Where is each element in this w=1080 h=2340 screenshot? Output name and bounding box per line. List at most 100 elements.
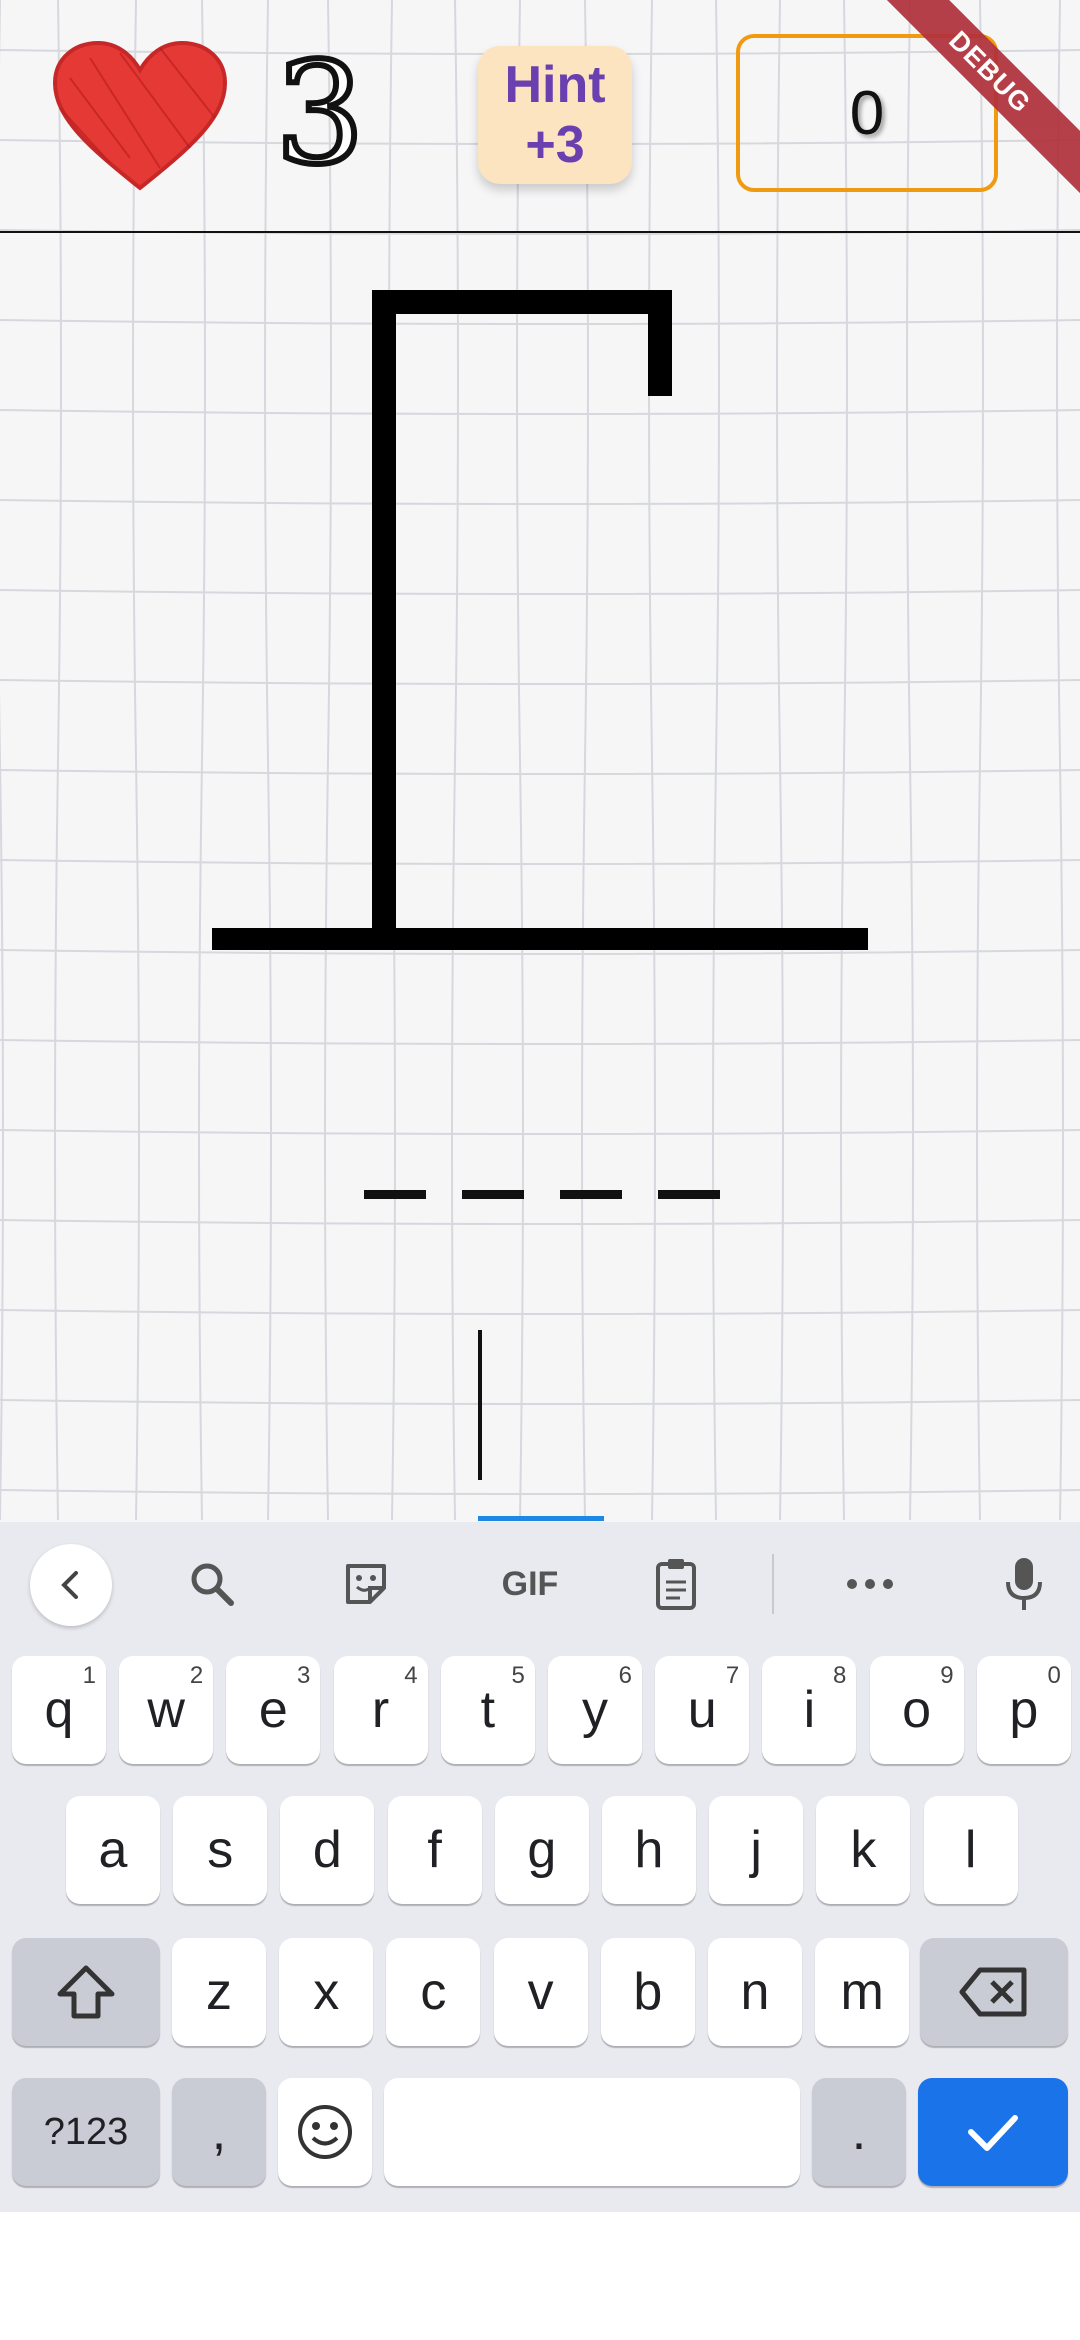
- key-p-label: p: [1009, 1681, 1039, 1739]
- key-u-label: u: [687, 1681, 717, 1739]
- key-w[interactable]: w2: [119, 1656, 214, 1764]
- key-v[interactable]: v: [493, 1938, 588, 2046]
- key-r-label: r: [371, 1681, 390, 1739]
- key-l-label: l: [964, 1821, 977, 1879]
- key-r[interactable]: r4: [333, 1656, 428, 1764]
- score-value: 0: [849, 78, 885, 148]
- letter-blank: [560, 1190, 622, 1199]
- key-q[interactable]: q1: [12, 1656, 106, 1764]
- key-z-label: z: [206, 1963, 232, 2021]
- key-g[interactable]: g: [494, 1796, 589, 1904]
- key-t-label: t: [480, 1681, 496, 1739]
- key-d-label: d: [312, 1821, 342, 1879]
- key-n[interactable]: n: [708, 1938, 802, 2046]
- key-x-label: x: [313, 1963, 340, 2021]
- symbols-key[interactable]: ?123: [12, 2078, 160, 2186]
- key-g-label: g: [527, 1821, 557, 1879]
- done-key[interactable]: [918, 2078, 1068, 2186]
- key-m-label: m: [840, 1963, 884, 2021]
- key-p[interactable]: p0: [976, 1656, 1071, 1764]
- key-u-number-hint: 7: [725, 1662, 740, 1689]
- emoji-key[interactable]: [278, 2078, 372, 2186]
- key-y-number-hint: 6: [618, 1662, 632, 1689]
- comma-key-label: ,: [211, 2103, 227, 2161]
- game-header: 3 Hint +3 0 DEBUG: [0, 0, 1080, 232]
- gallows-pole: [372, 290, 396, 930]
- gif-label: GIF: [501, 1564, 559, 1603]
- back-icon[interactable]: [30, 1544, 112, 1626]
- heart-icon: [52, 40, 228, 191]
- key-o[interactable]: o9: [869, 1656, 964, 1764]
- key-s-label: s: [207, 1821, 234, 1879]
- shift-icon: [57, 1965, 115, 2019]
- key-l[interactable]: l: [923, 1796, 1018, 1904]
- emoji-icon: [298, 2105, 352, 2159]
- key-r-number-hint: 4: [404, 1662, 418, 1689]
- key-j[interactable]: j: [709, 1796, 804, 1904]
- bottom-bar: [0, 2212, 1080, 2340]
- word-blanks: [364, 1190, 720, 1202]
- key-q-label: q: [44, 1681, 74, 1739]
- keyboard-toolbar: GIF: [0, 1522, 1080, 1642]
- toolbar-divider: [772, 1554, 774, 1614]
- key-z[interactable]: z: [172, 1938, 266, 2046]
- key-m[interactable]: m: [815, 1938, 910, 2046]
- key-s[interactable]: s: [173, 1796, 268, 1904]
- key-v-label: v: [527, 1963, 554, 2021]
- backspace-icon: [959, 1967, 1027, 2017]
- shift-key[interactable]: [12, 1938, 160, 2046]
- period-key-label: .: [851, 2103, 867, 2161]
- key-h-label: h: [634, 1821, 664, 1879]
- letter-blank: [364, 1190, 426, 1199]
- key-w-label: w: [147, 1681, 185, 1739]
- lives-counter: 3: [272, 33, 367, 196]
- key-k-label: k: [850, 1821, 877, 1879]
- key-h[interactable]: h: [602, 1796, 696, 1904]
- key-i[interactable]: i8: [762, 1656, 857, 1764]
- gif-button[interactable]: GIF: [480, 1544, 580, 1624]
- search-icon[interactable]: [172, 1544, 252, 1624]
- key-t[interactable]: t5: [440, 1656, 535, 1764]
- sticker-icon[interactable]: [326, 1544, 406, 1624]
- key-k[interactable]: k: [816, 1796, 911, 1904]
- letter-blank: [462, 1190, 524, 1199]
- hint-value: +3: [525, 116, 585, 174]
- space-key[interactable]: [384, 2078, 800, 2186]
- more-icon[interactable]: [830, 1544, 910, 1624]
- key-d[interactable]: d: [280, 1796, 375, 1904]
- comma-key[interactable]: ,: [172, 2078, 266, 2186]
- key-e[interactable]: e3: [226, 1656, 321, 1764]
- key-b[interactable]: b: [600, 1938, 695, 2046]
- gallows-base: [212, 928, 868, 950]
- soft-keyboard: GIF q1w2e3r4t5y6u7i8o9p0asdfghjklzxcvbnm…: [0, 1522, 1080, 2212]
- hint-label: Hint: [504, 56, 606, 114]
- key-y-label: y: [582, 1681, 608, 1739]
- backspace-key[interactable]: [920, 1938, 1068, 2046]
- guess-input[interactable]: [478, 1326, 604, 1522]
- key-f[interactable]: f: [387, 1796, 482, 1904]
- key-c-label: c: [420, 1963, 447, 2021]
- key-i-number-hint: 8: [833, 1662, 847, 1689]
- key-o-label: o: [902, 1681, 932, 1739]
- header-divider: [0, 231, 1080, 233]
- key-a-label: a: [98, 1821, 128, 1879]
- key-u[interactable]: u7: [655, 1656, 750, 1764]
- mic-icon[interactable]: [984, 1544, 1064, 1624]
- key-y[interactable]: y6: [548, 1656, 642, 1764]
- text-caret: [478, 1330, 482, 1480]
- key-f-label: f: [427, 1821, 442, 1879]
- hint-button[interactable]: Hint +3: [478, 46, 632, 184]
- check-icon: [968, 2115, 1018, 2151]
- key-i-label: i: [803, 1681, 816, 1739]
- key-c[interactable]: c: [386, 1938, 481, 2046]
- key-q-number-hint: 1: [82, 1662, 96, 1689]
- key-o-number-hint: 9: [940, 1662, 954, 1689]
- input-underline: [478, 1516, 604, 1521]
- clipboard-icon[interactable]: [636, 1544, 716, 1624]
- key-p-number-hint: 0: [1047, 1662, 1061, 1689]
- period-key[interactable]: .: [812, 2078, 906, 2186]
- key-x[interactable]: x: [279, 1938, 374, 2046]
- key-j-label: j: [750, 1821, 762, 1879]
- key-a[interactable]: a: [66, 1796, 160, 1904]
- gallows-rope: [648, 290, 672, 396]
